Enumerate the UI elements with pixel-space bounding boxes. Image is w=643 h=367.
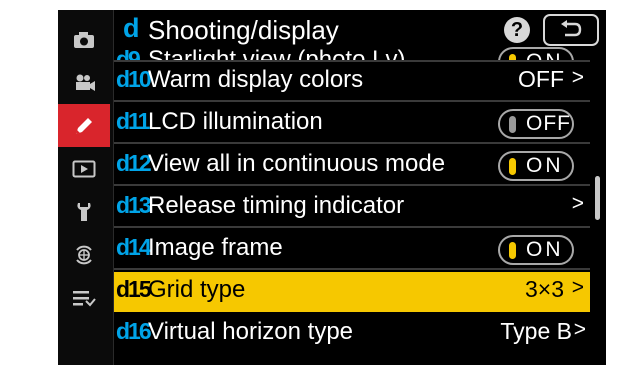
chevron-right-icon: > xyxy=(571,66,584,89)
row-label: LCD illumination xyxy=(148,108,323,135)
toggle-text: ON xyxy=(526,154,564,177)
row-label: Release timing indicator xyxy=(148,192,405,219)
camera-icon xyxy=(74,31,94,48)
toggle-knob xyxy=(509,242,516,259)
menu-tab-sidebar xyxy=(58,10,114,365)
toggle-text: OFF xyxy=(526,112,571,135)
row-toggle[interactable]: ON xyxy=(498,151,574,181)
help-button[interactable]: ? xyxy=(504,17,530,43)
row-toggle[interactable]: ON xyxy=(498,235,574,265)
tab-network[interactable] xyxy=(58,233,110,276)
playback-icon xyxy=(72,160,96,177)
toggle-text: ON xyxy=(526,238,564,261)
menu-row-d12[interactable]: d12 View all in continuous mode ON xyxy=(114,146,590,186)
row-code: d12 xyxy=(116,150,152,176)
row-code: d14 xyxy=(116,234,152,260)
menu-row-d14[interactable]: d14 Image frame ON xyxy=(114,230,590,270)
menu-row-d11[interactable]: d11 LCD illumination OFF xyxy=(114,104,590,144)
row-toggle[interactable]: ON xyxy=(498,47,574,62)
row-label: Warm display colors xyxy=(148,66,364,93)
movie-camera-icon xyxy=(76,74,95,91)
row-code: d13 xyxy=(116,192,152,218)
tab-playback[interactable] xyxy=(58,147,110,190)
row-value: Type B xyxy=(500,318,572,344)
menu-letter: d xyxy=(123,13,140,43)
tab-custom-settings[interactable] xyxy=(58,104,110,147)
chevron-right-icon: > xyxy=(571,192,584,215)
menu-row-d13[interactable]: d13 Release timing indicator > xyxy=(114,188,590,228)
toggle-knob xyxy=(509,158,516,175)
menu-row-d10[interactable]: d10 Warm display colors OFF > xyxy=(114,62,590,102)
camera-menu-screen: d Shooting/display ? d9 Starlight view (… xyxy=(58,10,606,365)
row-label: Image frame xyxy=(148,234,283,261)
toggle-text: ON xyxy=(526,50,564,62)
tab-my-menu[interactable] xyxy=(58,276,110,319)
tab-setup[interactable] xyxy=(58,190,110,233)
row-value: 3×3 xyxy=(524,276,564,302)
menu-row-d9[interactable]: d9 Starlight view (photo Lv) ON xyxy=(114,42,590,62)
row-label: Virtual horizon type xyxy=(148,318,354,345)
toggle-knob xyxy=(509,116,516,133)
row-value: OFF xyxy=(518,66,564,92)
menu-row-d15[interactable]: d15 Grid type 3×3 > xyxy=(114,272,590,312)
row-code: d9 xyxy=(116,46,141,62)
chevron-right-icon: > xyxy=(573,318,586,341)
row-code: d10 xyxy=(116,66,152,92)
row-toggle[interactable]: OFF xyxy=(498,109,574,139)
wrench-icon xyxy=(77,202,91,221)
row-label: Grid type xyxy=(148,276,246,303)
row-code: d15 xyxy=(116,276,152,302)
back-arrow-icon xyxy=(561,20,582,37)
menu-row-d16[interactable]: d16 Virtual horizon type Type B > xyxy=(114,314,590,354)
row-code: d16 xyxy=(116,318,152,344)
chevron-right-icon: > xyxy=(571,276,584,299)
row-label: View all in continuous mode xyxy=(148,150,446,177)
scrollbar[interactable] xyxy=(595,176,600,220)
row-label: Starlight view (photo Lv) xyxy=(148,46,406,62)
network-icon xyxy=(76,245,92,264)
pencil-icon xyxy=(76,117,92,134)
my-menu-icon xyxy=(73,290,96,306)
toggle-knob xyxy=(509,54,516,60)
tab-movie-shooting[interactable] xyxy=(58,61,110,104)
row-code: d11 xyxy=(116,108,150,134)
tab-photo-shooting[interactable] xyxy=(58,18,110,61)
